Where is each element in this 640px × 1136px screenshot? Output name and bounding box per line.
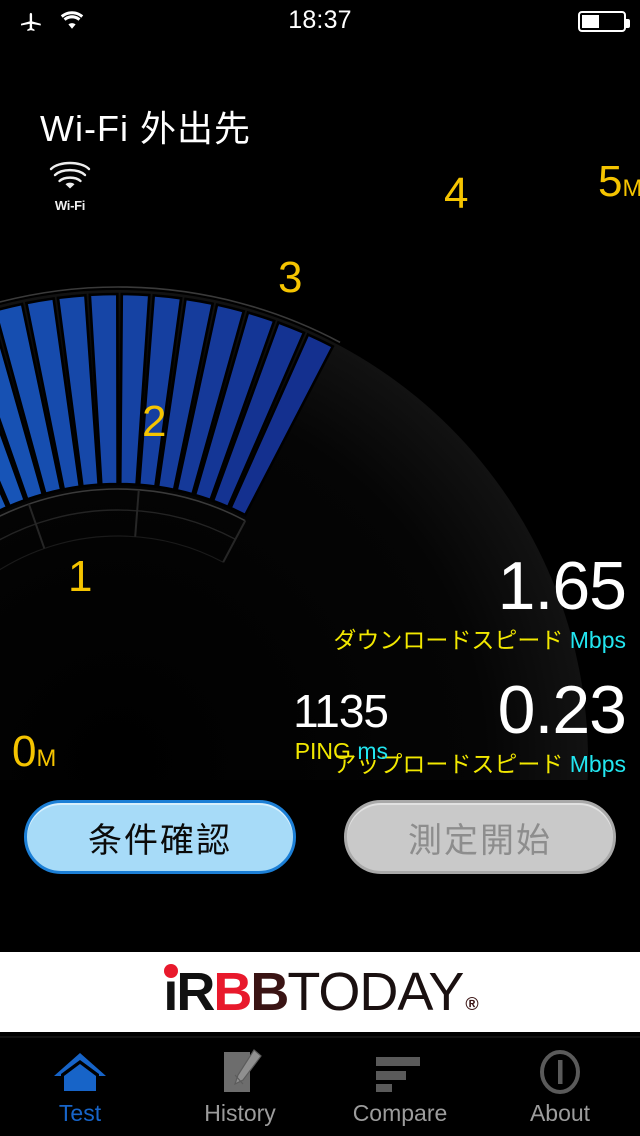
logo-i-wrap: i bbox=[163, 964, 178, 1019]
download-label-row: ダウンロードスピード Mbps bbox=[326, 629, 626, 652]
status-bar: 18:37 bbox=[0, 0, 640, 40]
tab-bar: Test History Compare About bbox=[0, 1036, 640, 1136]
ping-readout: 1135 PING ms bbox=[238, 685, 389, 763]
status-bar-clock: 18:37 bbox=[288, 6, 352, 34]
note-pencil-icon bbox=[216, 1048, 264, 1096]
download-value: 1.65 bbox=[497, 548, 627, 624]
logo-r: R bbox=[176, 962, 215, 1022]
gauge-tick-4: 4 bbox=[444, 169, 469, 218]
logo-b-second: B bbox=[250, 962, 289, 1022]
download-unit: Mbps bbox=[569, 627, 626, 653]
bar-chart-icon bbox=[374, 1048, 426, 1096]
brand-bar: i R B B TODAY ® bbox=[0, 952, 640, 1032]
home-icon bbox=[52, 1048, 108, 1096]
tab-about-label: About bbox=[529, 1100, 591, 1126]
app-root: 18:37 Wi-Fi 外出先 Wi-Fi 0M 1 2 3 4 5M 1.65… bbox=[0, 0, 640, 1136]
logo-registered-mark: ® bbox=[465, 994, 478, 1014]
rbb-today-logo: i R B B TODAY ® bbox=[163, 962, 479, 1022]
battery-cap bbox=[626, 19, 630, 28]
download-label: ダウンロードスピード bbox=[333, 627, 564, 653]
tab-compare[interactable]: Compare bbox=[320, 1038, 480, 1136]
ping-value: 1135 bbox=[293, 685, 389, 737]
tab-about[interactable]: About bbox=[480, 1038, 640, 1136]
upload-unit: Mbps bbox=[569, 751, 626, 777]
start-test-button[interactable]: 測定開始 bbox=[344, 800, 616, 874]
check-conditions-button[interactable]: 条件確認 bbox=[24, 800, 296, 874]
logo-b-first: B bbox=[213, 962, 252, 1022]
tab-compare-label: Compare bbox=[352, 1100, 448, 1126]
tab-history-label: History bbox=[204, 1100, 276, 1126]
info-circle-icon bbox=[537, 1048, 583, 1096]
ping-label-row: PING ms bbox=[238, 740, 388, 763]
battery-fill bbox=[582, 15, 599, 28]
tab-test-label: Test bbox=[58, 1100, 102, 1126]
gauge-tick-0: 0M bbox=[12, 727, 57, 776]
download-readout: 1.65 ダウンロードスピード Mbps bbox=[326, 548, 627, 652]
ping-label: PING bbox=[294, 738, 351, 764]
gauge-tick-3: 3 bbox=[278, 253, 303, 302]
battery-icon bbox=[578, 11, 630, 32]
action-button-row: 条件確認 測定開始 bbox=[0, 800, 640, 888]
tab-history[interactable]: History bbox=[160, 1038, 320, 1136]
ping-unit: ms bbox=[357, 738, 388, 764]
gauge-tick-5: 5M bbox=[598, 157, 640, 206]
logo-today: TODAY bbox=[287, 962, 464, 1022]
gauge-tick-1: 1 bbox=[68, 552, 93, 601]
tab-test[interactable]: Test bbox=[0, 1038, 160, 1136]
gauge-tick-2: 2 bbox=[142, 397, 167, 446]
